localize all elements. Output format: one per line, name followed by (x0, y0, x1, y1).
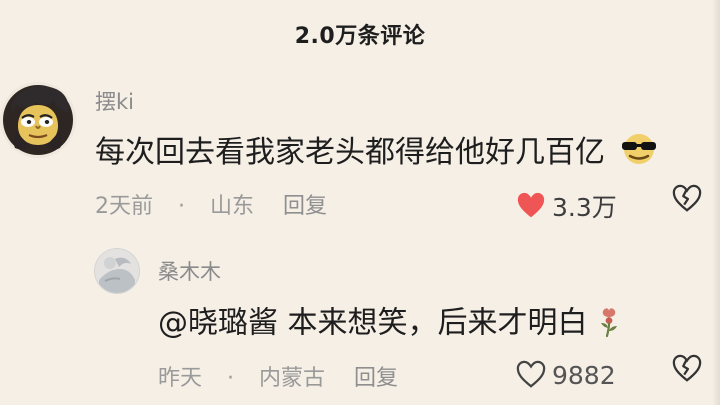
comment-content: 每次回去看我家老头都得给他好几百亿 (95, 132, 663, 175)
dislike-button[interactable] (672, 184, 702, 214)
reply-button[interactable]: 回复 (283, 188, 327, 220)
heart-outline-icon (516, 360, 546, 388)
sunglasses-emoji-icon (615, 132, 663, 175)
reply-like-button[interactable]: 9882 (516, 360, 616, 390)
reply-time: 昨天 (158, 366, 203, 391)
reply-content: @晓璐酱 本来想笑，后来才明白 (158, 306, 621, 342)
reply-avatar[interactable] (94, 248, 140, 294)
heart-filled-icon (517, 192, 545, 218)
broken-heart-icon (672, 354, 702, 382)
broken-heart-icon (672, 184, 702, 212)
reply-like-count: 9882 (552, 360, 616, 390)
comment-text: 每次回去看我家老头都得给他好几百亿 (95, 134, 605, 170)
comments-page: 2.0万条评论 摆ki 每次回去看我家老头都得给他好几百亿 2天前 · 山东 回… (0, 0, 720, 405)
comment-meta: 2天前 · 山东 回复 (95, 188, 341, 220)
like-count: 3.3万 (552, 193, 617, 222)
reply-comment: 桑木木 @晓璐酱 本来想笑，后来才明白 昨天 · 内蒙古 回复 9882 (0, 248, 720, 398)
reply-meta-separator: · (227, 366, 235, 391)
comment-time: 2天前 (95, 194, 153, 219)
comment-location: 山东 (210, 194, 255, 219)
photo-avatar-icon (95, 249, 139, 293)
reply-to-reply-button[interactable]: 回复 (354, 360, 398, 392)
cartoon-avatar-icon (0, 82, 76, 158)
user-avatar[interactable] (0, 82, 76, 158)
wilted-rose-emoji-icon (597, 306, 621, 342)
comment-like-button[interactable]: 3.3万 (516, 188, 617, 224)
reply-text: @晓璐酱 本来想笑，后来才明白 (158, 305, 588, 341)
comment-count-title: 2.0万条评论 (294, 24, 426, 49)
reply-location: 内蒙古 (259, 366, 326, 391)
comment-username[interactable]: 摆ki (95, 86, 134, 116)
reply-meta: 昨天 · 内蒙古 回复 (158, 360, 412, 392)
reply-dislike-button[interactable] (672, 354, 702, 384)
reply-username[interactable]: 桑木木 (158, 256, 221, 286)
top-level-comment: 摆ki 每次回去看我家老头都得给他好几百亿 2天前 · 山东 回复 3.3万 (0, 82, 720, 242)
meta-separator: · (178, 194, 185, 219)
